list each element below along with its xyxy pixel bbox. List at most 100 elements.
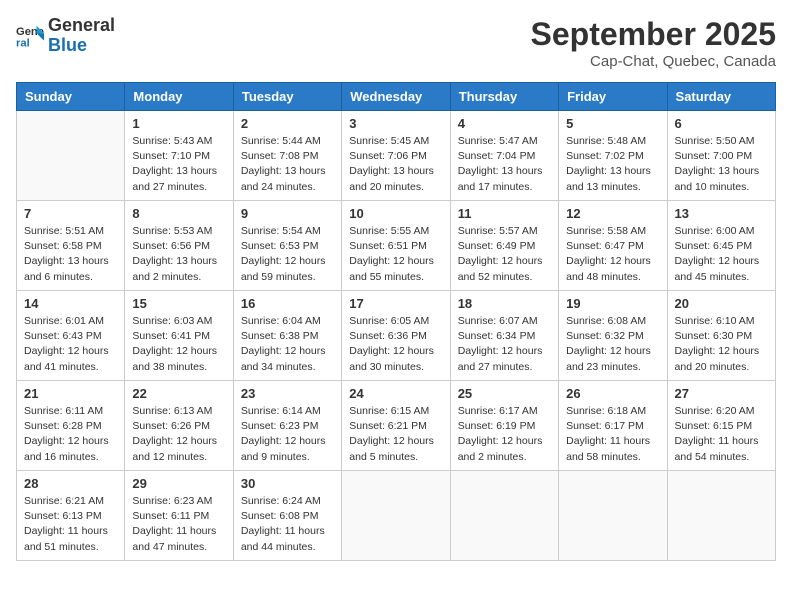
svg-text:ral: ral <box>16 37 30 49</box>
day-number: 14 <box>24 296 117 311</box>
day-info: Sunrise: 5:44 AMSunset: 7:08 PMDaylight:… <box>241 134 334 195</box>
calendar-cell <box>342 471 450 561</box>
day-number: 6 <box>675 116 768 131</box>
calendar-cell <box>559 471 667 561</box>
day-number: 2 <box>241 116 334 131</box>
day-number: 1 <box>132 116 225 131</box>
calendar-cell: 1 Sunrise: 5:43 AMSunset: 7:10 PMDaylight… <box>125 111 233 201</box>
calendar-cell: 30 Sunrise: 6:24 AMSunset: 6:08 PMDayligh… <box>233 471 341 561</box>
calendar-week-row: 21 Sunrise: 6:11 AMSunset: 6:28 PMDayligh… <box>17 381 776 471</box>
calendar-cell: 10Sunrise: 5:55 AMSunset: 6:51 PMDayligh… <box>342 201 450 291</box>
calendar-cell: 4Sunrise: 5:47 AMSunset: 7:04 PMDaylight… <box>450 111 558 201</box>
calendar-cell: 14 Sunrise: 6:01 AMSunset: 6:43 PMDayligh… <box>17 291 125 381</box>
day-info: Sunrise: 5:50 AMSunset: 7:00 PMDaylight:… <box>675 134 768 195</box>
calendar-cell: 15Sunrise: 6:03 AMSunset: 6:41 PMDayligh… <box>125 291 233 381</box>
logo-icon: Gene ral <box>16 22 44 50</box>
logo-text-blue: Blue <box>48 35 87 55</box>
calendar-header-row: SundayMondayTuesdayWednesdayThursdayFrid… <box>17 83 776 111</box>
calendar-cell: 28 Sunrise: 6:21 AMSunset: 6:13 PMDayligh… <box>17 471 125 561</box>
calendar-cell: 18 Sunrise: 6:07 AMSunset: 6:34 PMDayligh… <box>450 291 558 381</box>
calendar-week-row: 28 Sunrise: 6:21 AMSunset: 6:13 PMDayligh… <box>17 471 776 561</box>
day-number: 5 <box>566 116 659 131</box>
day-info: Sunrise: 6:07 AMSunset: 6:34 PMDaylight:… <box>458 314 551 375</box>
day-number: 26 <box>566 386 659 401</box>
day-number: 18 <box>458 296 551 311</box>
day-number: 20 <box>675 296 768 311</box>
day-number: 9 <box>241 206 334 221</box>
day-info: Sunrise: 5:43 AMSunset: 7:10 PMDaylight:… <box>132 134 225 195</box>
day-of-week-header: Monday <box>125 83 233 111</box>
day-number: 23 <box>241 386 334 401</box>
calendar-week-row: 14 Sunrise: 6:01 AMSunset: 6:43 PMDayligh… <box>17 291 776 381</box>
calendar-cell: 8 Sunrise: 5:53 AMSunset: 6:56 PMDaylight… <box>125 201 233 291</box>
day-info: Sunrise: 6:15 AMSunset: 6:21 PMDaylight:… <box>349 404 442 465</box>
calendar-cell: 12Sunrise: 5:58 AMSunset: 6:47 PMDayligh… <box>559 201 667 291</box>
calendar-cell <box>17 111 125 201</box>
day-number: 10 <box>349 206 442 221</box>
calendar-cell: 24 Sunrise: 6:15 AMSunset: 6:21 PMDayligh… <box>342 381 450 471</box>
day-info: Sunrise: 6:21 AMSunset: 6:13 PMDaylight:… <box>24 494 117 555</box>
day-info: Sunrise: 6:00 AMSunset: 6:45 PMDaylight:… <box>675 224 768 285</box>
calendar-cell <box>450 471 558 561</box>
day-number: 17 <box>349 296 442 311</box>
day-info: Sunrise: 5:45 AMSunset: 7:06 PMDaylight:… <box>349 134 442 195</box>
calendar-cell: 27 Sunrise: 6:20 AMSunset: 6:15 PMDayligh… <box>667 381 775 471</box>
calendar-cell: 16Sunrise: 6:04 AMSunset: 6:38 PMDayligh… <box>233 291 341 381</box>
day-info: Sunrise: 5:57 AMSunset: 6:49 PMDaylight:… <box>458 224 551 285</box>
calendar-cell <box>667 471 775 561</box>
day-info: Sunrise: 5:48 AMSunset: 7:02 PMDaylight:… <box>566 134 659 195</box>
day-of-week-header: Saturday <box>667 83 775 111</box>
day-of-week-header: Friday <box>559 83 667 111</box>
calendar-cell: 22 Sunrise: 6:13 AMSunset: 6:26 PMDayligh… <box>125 381 233 471</box>
day-info: Sunrise: 6:13 AMSunset: 6:26 PMDaylight:… <box>132 404 225 465</box>
day-info: Sunrise: 6:08 AMSunset: 6:32 PMDaylight:… <box>566 314 659 375</box>
calendar-cell: 23 Sunrise: 6:14 AMSunset: 6:23 PMDayligh… <box>233 381 341 471</box>
day-number: 16 <box>241 296 334 311</box>
day-info: Sunrise: 5:58 AMSunset: 6:47 PMDaylight:… <box>566 224 659 285</box>
day-info: Sunrise: 6:18 AMSunset: 6:17 PMDaylight:… <box>566 404 659 465</box>
day-number: 24 <box>349 386 442 401</box>
calendar-cell: 9Sunrise: 5:54 AMSunset: 6:53 PMDaylight… <box>233 201 341 291</box>
day-number: 22 <box>132 386 225 401</box>
logo: Gene ral General Blue <box>16 16 115 56</box>
day-number: 19 <box>566 296 659 311</box>
day-number: 8 <box>132 206 225 221</box>
day-info: Sunrise: 5:47 AMSunset: 7:04 PMDaylight:… <box>458 134 551 195</box>
calendar-cell: 29Sunrise: 6:23 AMSunset: 6:11 PMDayligh… <box>125 471 233 561</box>
day-info: Sunrise: 6:11 AMSunset: 6:28 PMDaylight:… <box>24 404 117 465</box>
day-info: Sunrise: 6:20 AMSunset: 6:15 PMDaylight:… <box>675 404 768 465</box>
day-number: 13 <box>675 206 768 221</box>
calendar-table: SundayMondayTuesdayWednesdayThursdayFrid… <box>16 82 776 561</box>
calendar-cell: 6 Sunrise: 5:50 AMSunset: 7:00 PMDaylight… <box>667 111 775 201</box>
day-number: 30 <box>241 476 334 491</box>
calendar-cell: 2 Sunrise: 5:44 AMSunset: 7:08 PMDaylight… <box>233 111 341 201</box>
calendar-cell: 11 Sunrise: 5:57 AMSunset: 6:49 PMDayligh… <box>450 201 558 291</box>
day-number: 7 <box>24 206 117 221</box>
day-of-week-header: Thursday <box>450 83 558 111</box>
calendar-cell: 3 Sunrise: 5:45 AMSunset: 7:06 PMDaylight… <box>342 111 450 201</box>
day-info: Sunrise: 6:01 AMSunset: 6:43 PMDaylight:… <box>24 314 117 375</box>
calendar-week-row: 1 Sunrise: 5:43 AMSunset: 7:10 PMDaylight… <box>17 111 776 201</box>
day-of-week-header: Wednesday <box>342 83 450 111</box>
day-number: 27 <box>675 386 768 401</box>
day-info: Sunrise: 5:51 AMSunset: 6:58 PMDaylight:… <box>24 224 117 285</box>
day-info: Sunrise: 6:05 AMSunset: 6:36 PMDaylight:… <box>349 314 442 375</box>
day-number: 15 <box>132 296 225 311</box>
day-info: Sunrise: 6:14 AMSunset: 6:23 PMDaylight:… <box>241 404 334 465</box>
day-of-week-header: Sunday <box>17 83 125 111</box>
calendar-cell: 25Sunrise: 6:17 AMSunset: 6:19 PMDayligh… <box>450 381 558 471</box>
day-number: 3 <box>349 116 442 131</box>
calendar-cell: 21 Sunrise: 6:11 AMSunset: 6:28 PMDayligh… <box>17 381 125 471</box>
day-info: Sunrise: 6:10 AMSunset: 6:30 PMDaylight:… <box>675 314 768 375</box>
day-info: Sunrise: 5:53 AMSunset: 6:56 PMDaylight:… <box>132 224 225 285</box>
page-header: Gene ral General Blue September 2025 Cap… <box>16 16 776 70</box>
day-info: Sunrise: 6:24 AMSunset: 6:08 PMDaylight:… <box>241 494 334 555</box>
day-number: 11 <box>458 206 551 221</box>
day-number: 21 <box>24 386 117 401</box>
calendar-cell: 19 Sunrise: 6:08 AMSunset: 6:32 PMDayligh… <box>559 291 667 381</box>
calendar-cell: 26 Sunrise: 6:18 AMSunset: 6:17 PMDayligh… <box>559 381 667 471</box>
day-number: 28 <box>24 476 117 491</box>
day-number: 25 <box>458 386 551 401</box>
calendar-cell: 7 Sunrise: 5:51 AMSunset: 6:58 PMDaylight… <box>17 201 125 291</box>
calendar-week-row: 7 Sunrise: 5:51 AMSunset: 6:58 PMDaylight… <box>17 201 776 291</box>
